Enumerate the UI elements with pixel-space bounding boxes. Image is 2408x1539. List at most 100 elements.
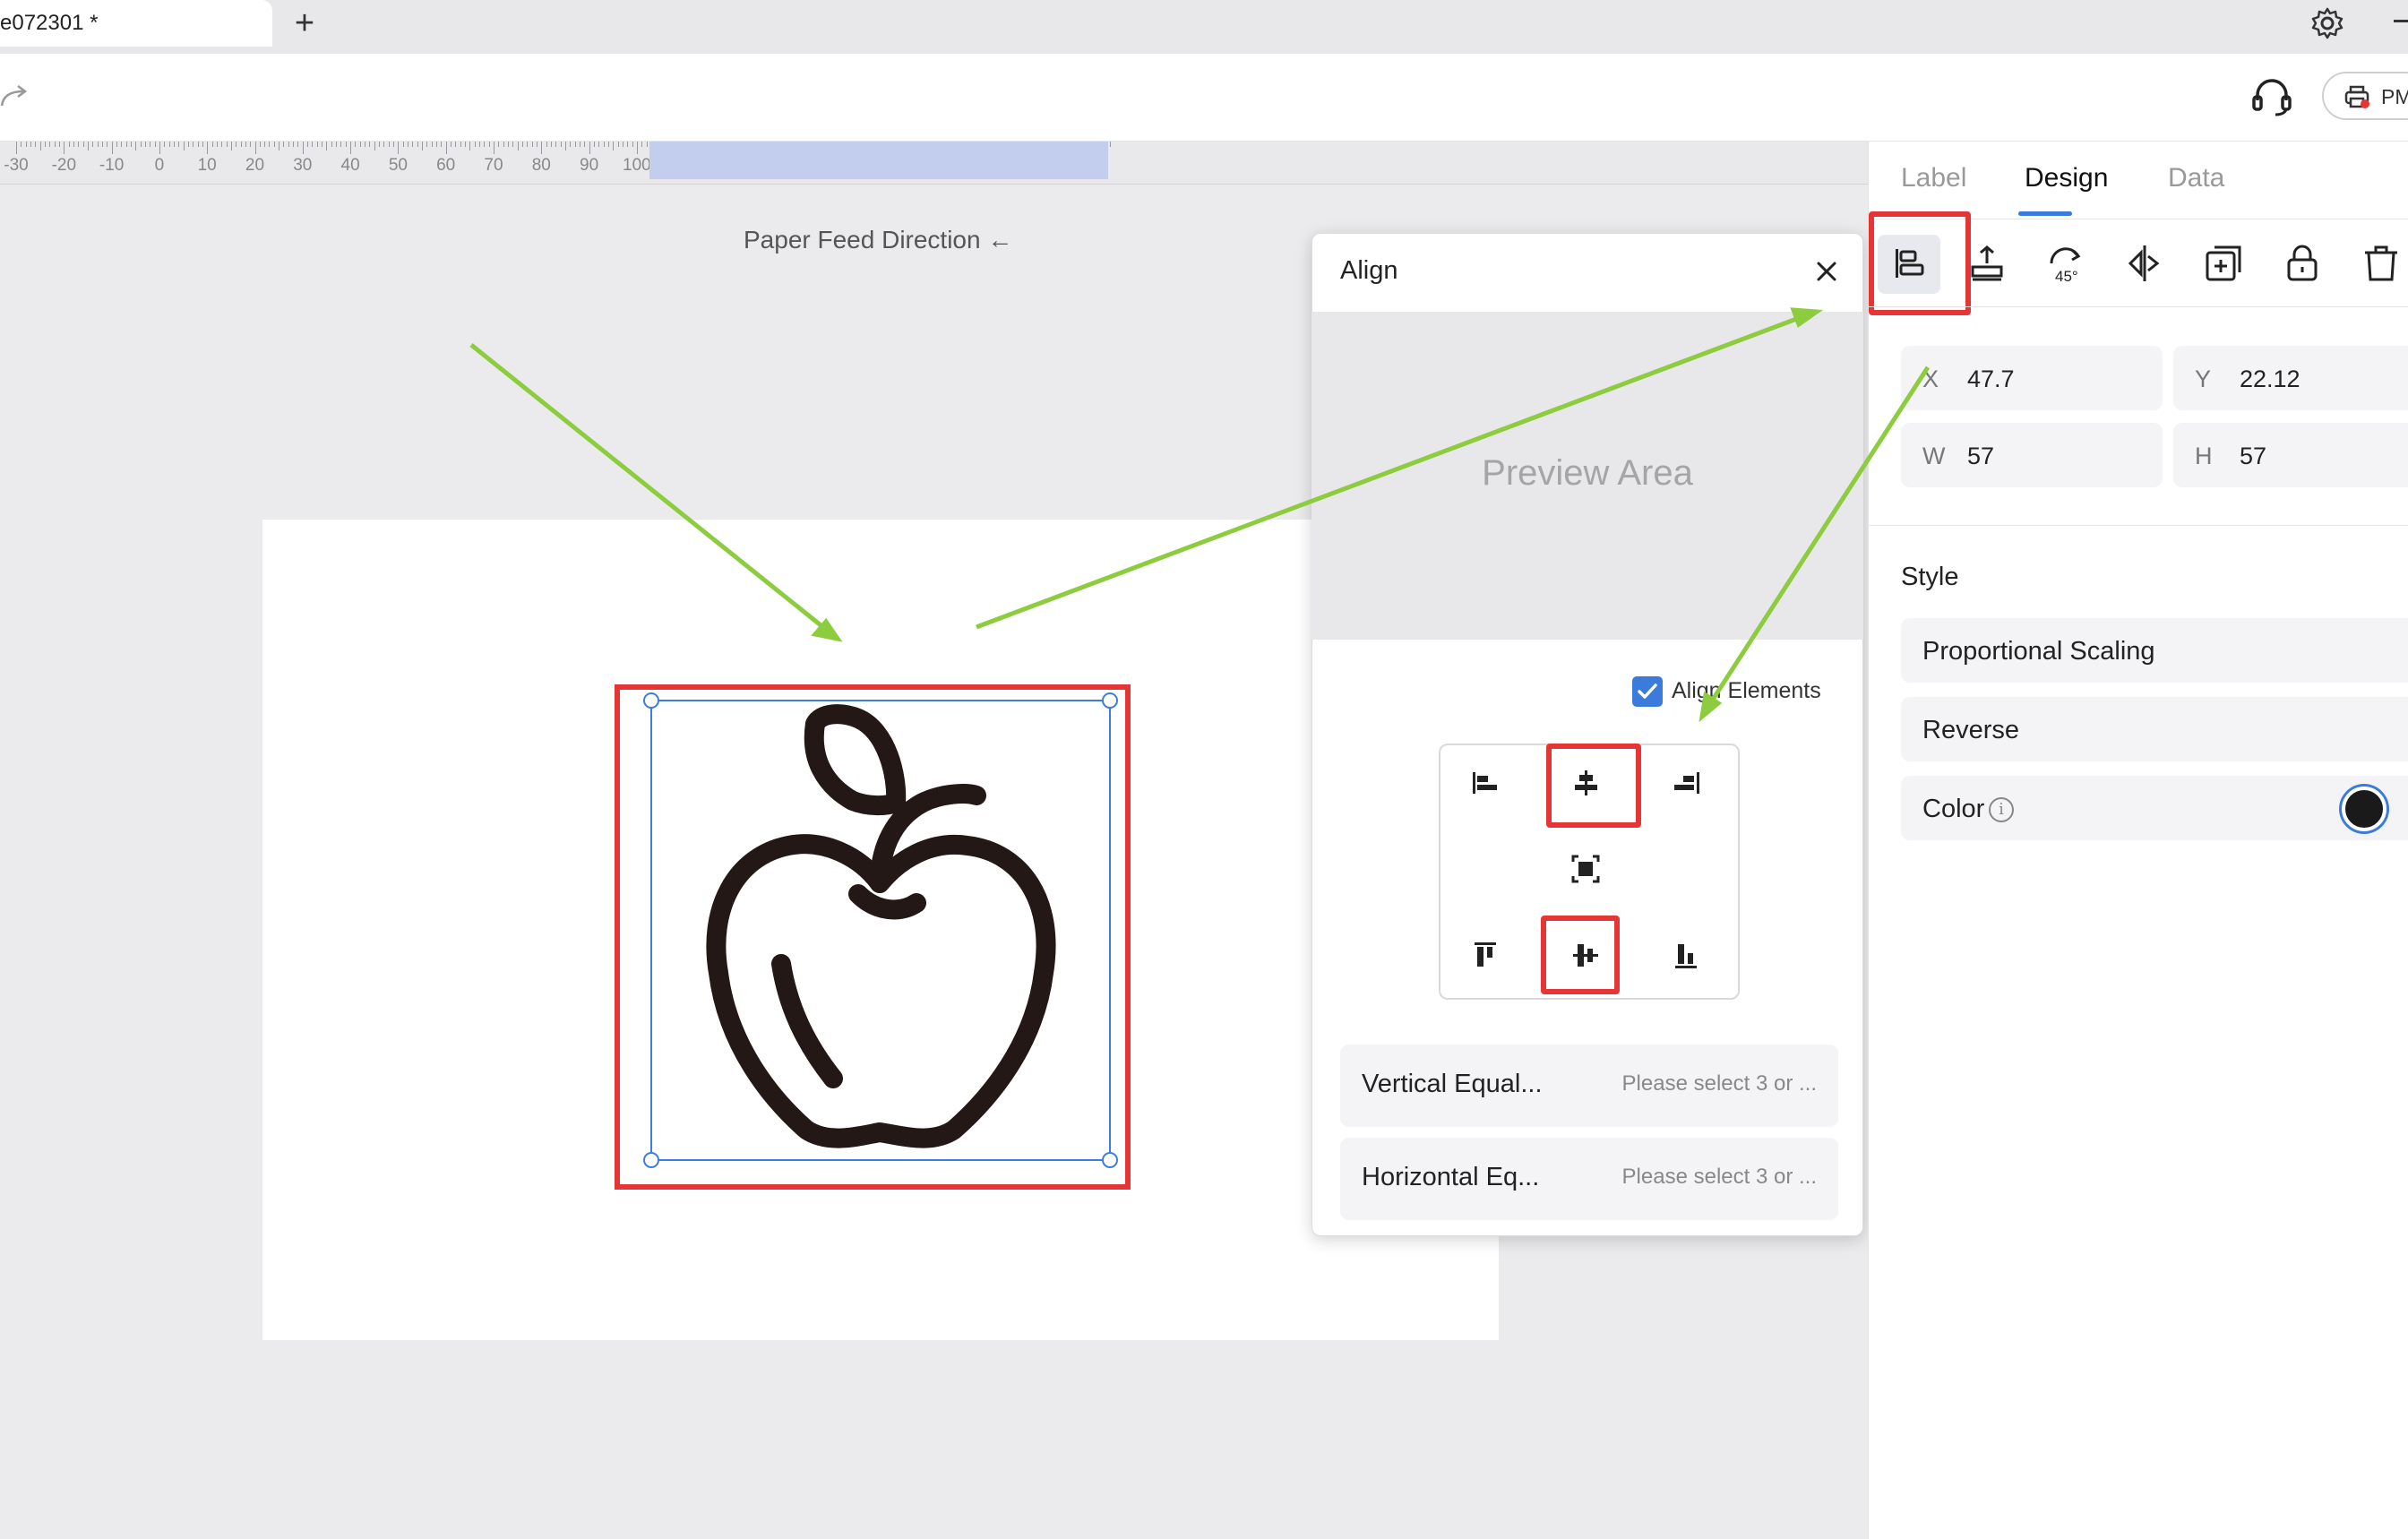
ruler-tick (121, 142, 123, 147)
ruler-tick (512, 142, 514, 147)
ruler-tick (107, 142, 108, 147)
ruler-tick (627, 142, 629, 147)
new-tab-button[interactable]: + (288, 4, 321, 43)
horizontal-equal-label: Horizontal Eq... (1362, 1163, 1540, 1191)
ruler-tick (460, 142, 461, 147)
ruler-tick (226, 142, 228, 147)
delete-icon[interactable] (2358, 240, 2404, 287)
align-elements-checkbox[interactable] (1632, 676, 1663, 707)
ruler-tick (646, 142, 648, 147)
align-left-icon[interactable] (1466, 763, 1505, 803)
gear-icon[interactable] (2309, 5, 2345, 41)
ruler-tick (302, 142, 304, 154)
ruler-tick (264, 142, 266, 147)
vertical-equal-spacing-button[interactable]: Vertical Equal... Please select 3 or ... (1340, 1045, 1838, 1127)
ruler-tick (312, 142, 314, 147)
ruler-tick-label: -10 (99, 156, 125, 175)
rotate-45-icon[interactable]: 45° (2042, 240, 2089, 287)
resize-handle-tl[interactable] (643, 692, 659, 709)
check-icon (1638, 684, 1657, 699)
color-swatch[interactable] (2342, 787, 2386, 831)
document-tab[interactable]: e072301 * (0, 0, 272, 47)
redo-icon[interactable] (0, 79, 36, 115)
x-field[interactable]: X 47.7 (1901, 346, 2163, 410)
layer-up-icon[interactable] (1964, 240, 2010, 287)
align-right-icon[interactable] (1666, 763, 1706, 803)
resize-handle-bl[interactable] (643, 1152, 659, 1168)
ruler-tick (570, 142, 572, 147)
ruler-tick (331, 142, 332, 147)
flip-icon[interactable] (2121, 240, 2168, 287)
align-bottom-icon[interactable] (1666, 935, 1706, 975)
ruler-tick (202, 142, 203, 147)
ruler-tick (211, 142, 213, 147)
ruler-tick (527, 142, 529, 147)
ruler-tick (469, 142, 471, 150)
resize-handle-tr[interactable] (1102, 692, 1118, 709)
ruler-tick (78, 142, 80, 147)
ruler-tick-label: 20 (245, 156, 265, 175)
ruler-tick (30, 142, 31, 147)
ruler-tick (307, 142, 309, 147)
ruler-tick (598, 142, 600, 147)
ruler-tick (622, 142, 624, 147)
annotation-highlight-vcenter (1541, 916, 1620, 994)
ruler-tick (498, 142, 500, 147)
paper-feed-direction: Paper Feed Direction ← (744, 226, 1013, 254)
horizontal-equal-hint: Please select 3 or ... (1621, 1165, 1817, 1189)
ruler-tick (359, 142, 361, 147)
lock-icon[interactable] (2279, 240, 2326, 287)
proportional-scaling-option[interactable]: Proportional Scaling (1901, 618, 2408, 683)
resize-handle-br[interactable] (1102, 1152, 1118, 1168)
ruler-tick (288, 142, 289, 147)
ruler-tick (546, 142, 547, 147)
tab-data[interactable]: Data (2168, 163, 2224, 193)
ruler-tick (240, 142, 242, 147)
minimize-button[interactable] (2394, 20, 2408, 22)
ruler-tick (345, 142, 347, 147)
ruler-tick (279, 142, 280, 150)
ruler-tick (484, 142, 486, 147)
color-label: Color (1922, 795, 1985, 823)
ruler-tick (250, 142, 252, 147)
duplicate-icon[interactable] (2200, 240, 2247, 287)
ruler-tick-label: 50 (388, 156, 408, 175)
ruler-tick (21, 142, 22, 147)
ruler-tick-label: 100 (623, 156, 651, 175)
ruler-tick (560, 142, 562, 147)
ruler-tick (507, 142, 509, 147)
tab-design[interactable]: Design (2025, 163, 2108, 193)
close-icon[interactable] (1811, 256, 1842, 287)
ruler-tick (273, 142, 275, 147)
y-label: Y (2195, 365, 2212, 392)
align-top-icon[interactable] (1466, 935, 1505, 975)
ruler-tick (216, 142, 218, 147)
color-option[interactable]: Color i (1901, 776, 2408, 840)
ruler-tick (607, 142, 609, 147)
ruler-tick (269, 142, 271, 147)
align-center-both-icon[interactable] (1566, 849, 1605, 889)
proportional-scaling-label: Proportional Scaling (1922, 637, 2155, 666)
print-button[interactable]: PM (2322, 72, 2408, 120)
y-field[interactable]: Y 22.12 (2173, 346, 2408, 410)
ruler-tick (178, 142, 180, 147)
divider (1868, 525, 2408, 526)
ruler-tick (245, 142, 246, 147)
w-label: W (1922, 443, 1946, 469)
w-field[interactable]: W 57 (1901, 423, 2163, 487)
ruler-tick (593, 142, 595, 147)
reverse-option[interactable]: Reverse (1901, 697, 2408, 761)
ruler-tick (617, 142, 619, 147)
x-label: X (1922, 365, 1939, 392)
headset-icon[interactable] (2249, 75, 2295, 118)
ruler-tick (111, 142, 113, 154)
title-bar (0, 0, 2408, 54)
apple-icon[interactable] (681, 704, 1075, 1152)
info-icon[interactable]: i (1989, 797, 2014, 822)
ruler-tick (297, 142, 299, 147)
ruler-tick (564, 142, 566, 150)
horizontal-equal-spacing-button[interactable]: Horizontal Eq... Please select 3 or ... (1340, 1138, 1838, 1220)
ruler-tick (68, 142, 70, 147)
tab-label[interactable]: Label (1901, 163, 1966, 193)
h-field[interactable]: H 57 (2173, 423, 2408, 487)
